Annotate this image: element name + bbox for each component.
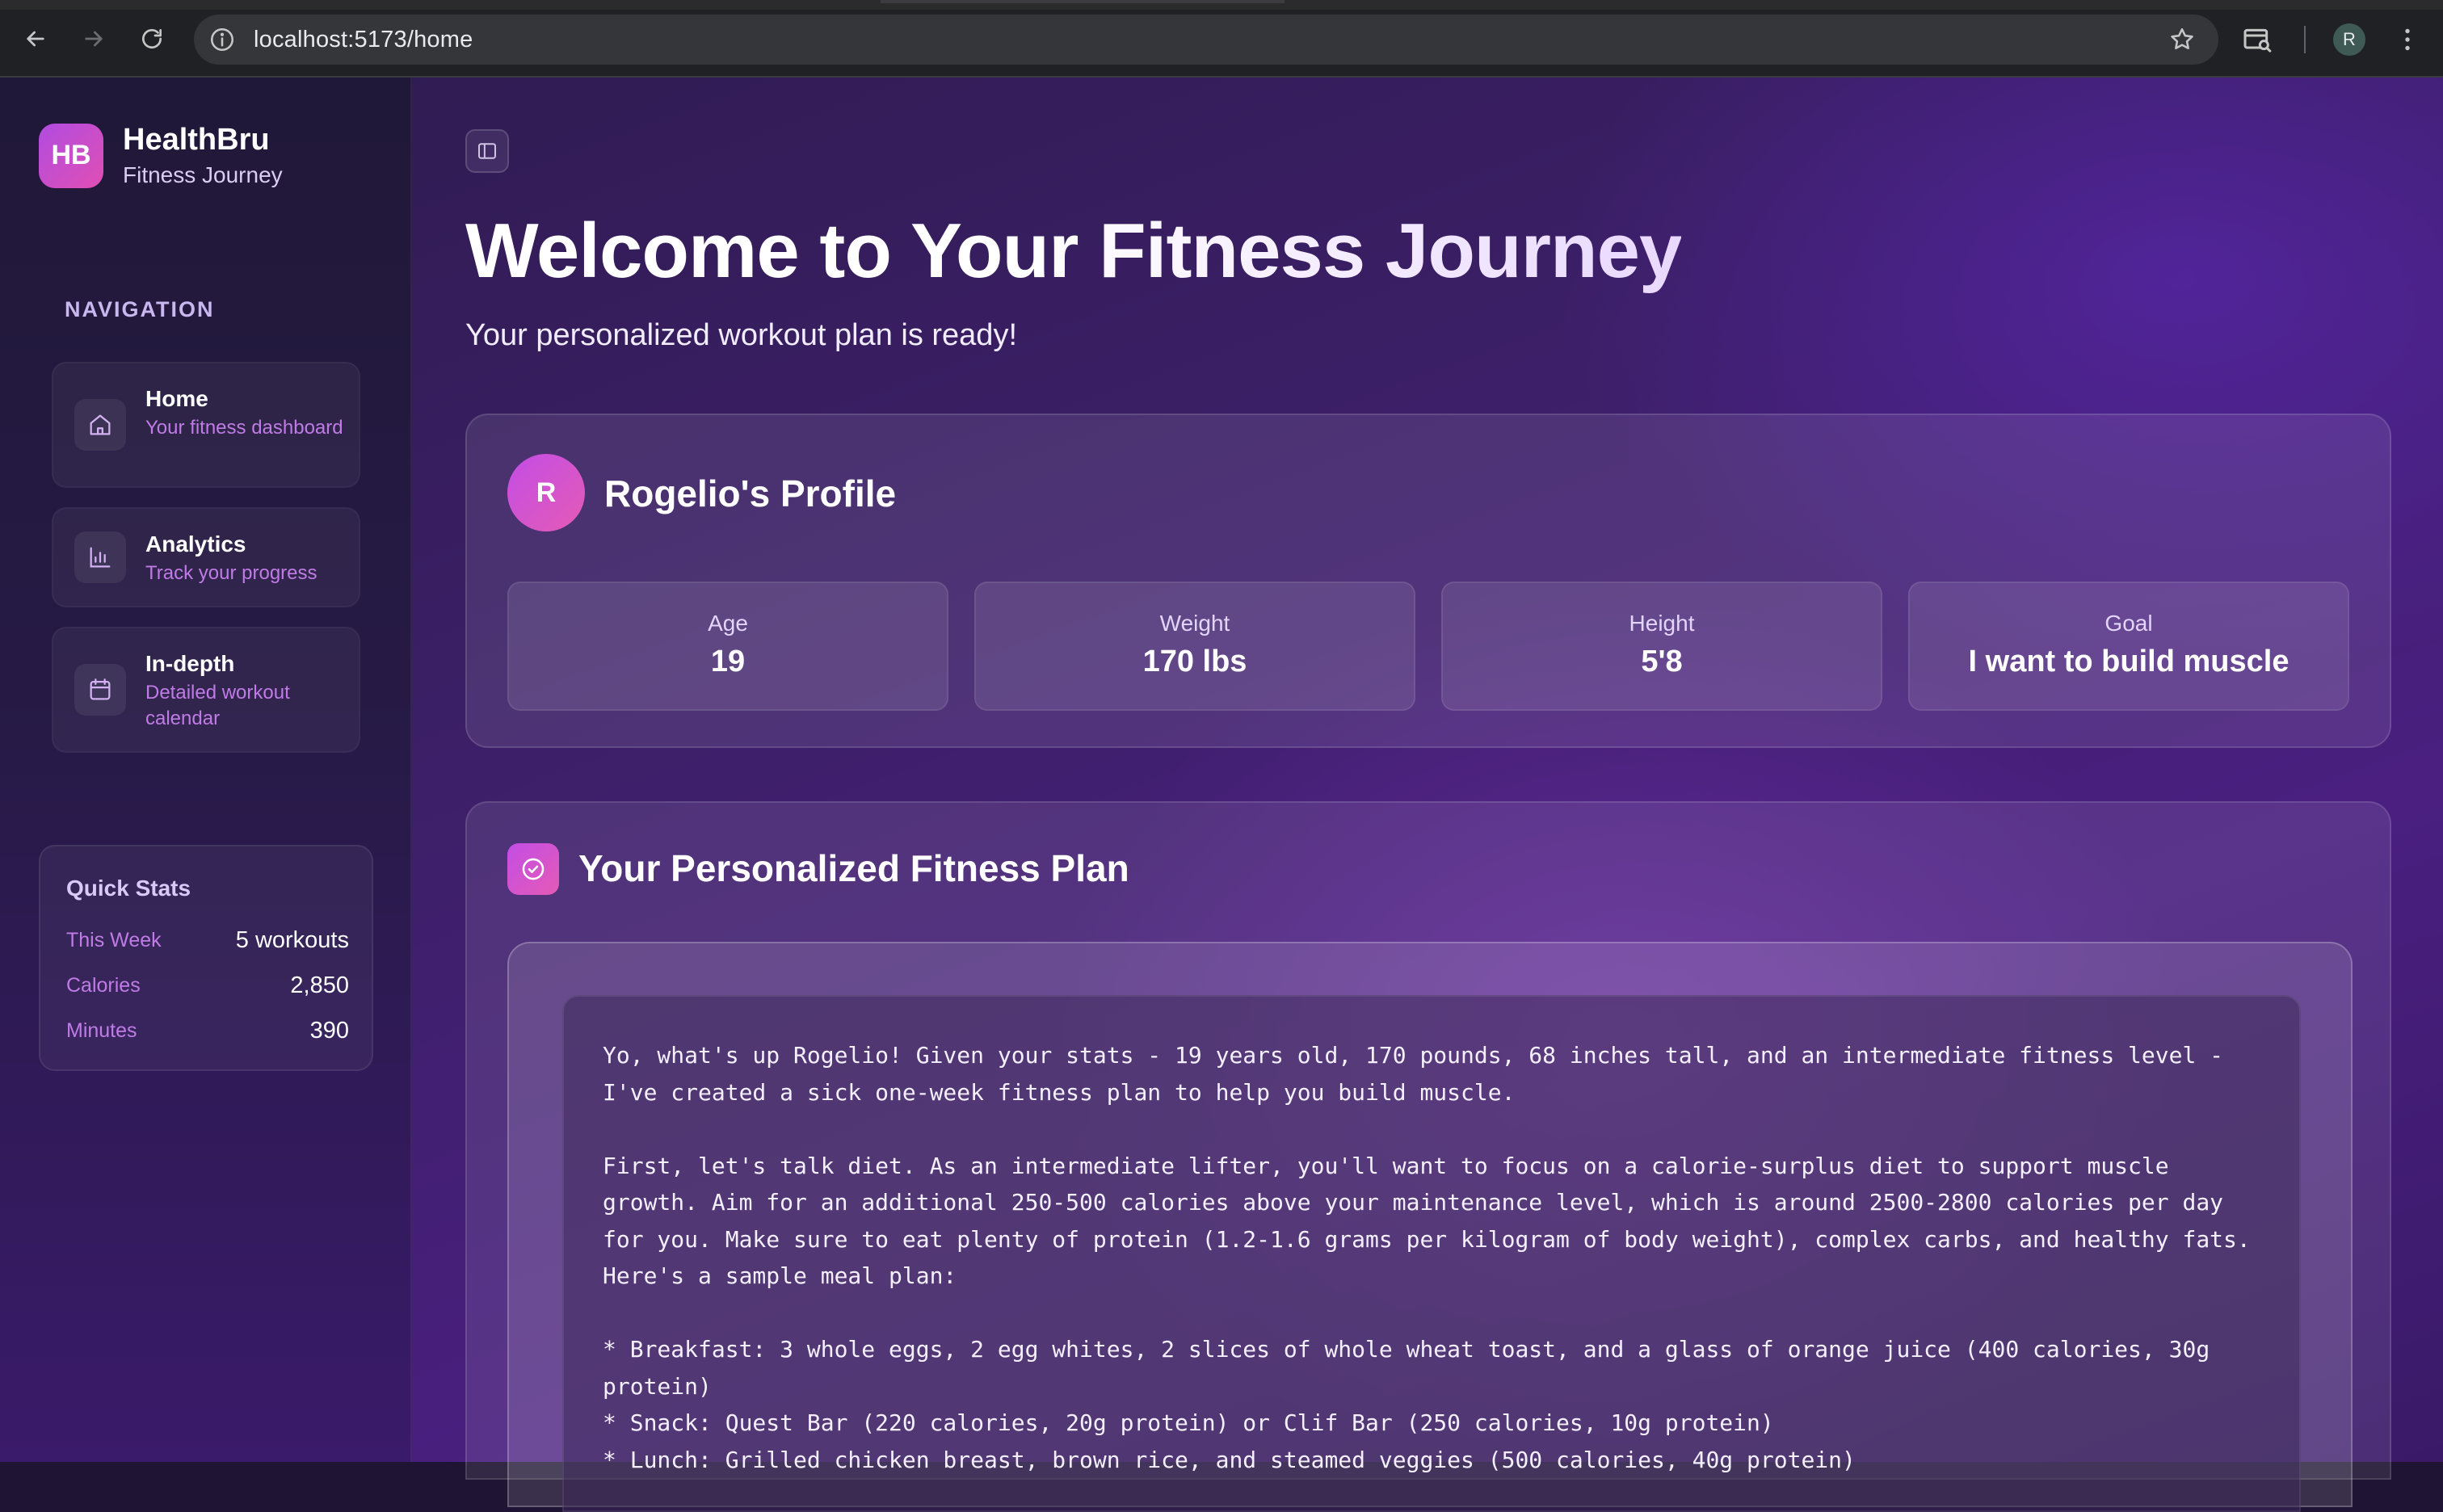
stat-label: Weight xyxy=(1159,611,1230,636)
plan-text-line: for you. Make sure to eat plenty of prot… xyxy=(603,1225,2251,1253)
stat-card-goal: Goal I want to build muscle xyxy=(1908,582,2349,711)
stat-label: Height xyxy=(1629,611,1695,636)
sidebar-item-label: Home xyxy=(145,386,208,411)
bar-chart-icon xyxy=(74,531,126,583)
fitness-plan-card: Your Personalized Fitness Plan Yo, what'… xyxy=(465,801,2391,1512)
plan-text-line: * Breakfast: 3 whole eggs, 2 egg whites,… xyxy=(603,1336,2210,1363)
sidebar-item-home[interactable]: Home Your fitness dashboard xyxy=(52,362,360,488)
quick-stat-value: 5 workouts xyxy=(235,926,349,953)
browser-toolbar: localhost:5173/home R xyxy=(0,0,2443,78)
plan-text-box: Yo, what's up Rogelio! Given your stats … xyxy=(562,995,2301,1512)
plan-text-line: First, let's talk diet. As an intermedia… xyxy=(603,1152,2169,1179)
sidebar-item-analytics[interactable]: Analytics Track your progress xyxy=(52,507,360,607)
quick-stat-value: 390 xyxy=(309,1017,349,1044)
page-subtitle: Your personalized workout plan is ready! xyxy=(465,318,1017,352)
arrow-right-icon xyxy=(85,31,103,47)
brand-name: HealthBru xyxy=(123,123,270,157)
brand[interactable]: HB HealthBru Fitness Journey xyxy=(39,123,283,188)
stat-label: Goal xyxy=(2105,611,2153,636)
plan-text-line: protein) xyxy=(603,1372,712,1400)
plan-text-line xyxy=(603,1111,2260,1148)
quick-stat-label: This Week xyxy=(66,928,162,951)
site-info-icon[interactable] xyxy=(208,26,236,53)
profile-avatar[interactable]: R xyxy=(2333,23,2365,56)
toolbar-separator xyxy=(2304,15,2306,65)
stat-card-age: Age 19 xyxy=(507,582,948,711)
active-tab-indicator xyxy=(881,0,1285,3)
quick-stats-title: Quick Stats xyxy=(66,876,191,901)
reload-icon xyxy=(142,29,162,48)
panel-left-icon xyxy=(478,143,496,159)
back-button[interactable] xyxy=(16,19,55,58)
brand-text: HealthBru Fitness Journey xyxy=(123,123,283,188)
home-icon xyxy=(74,399,126,451)
sidebar-item-in-depth[interactable]: In-depth Detailed workout calendar xyxy=(52,627,360,753)
page-title: Welcome to Your Fitness Journey xyxy=(465,208,1682,294)
plan-text-line: growth. Aim for an additional 250-500 ca… xyxy=(603,1189,2224,1216)
avatar: R xyxy=(507,454,585,531)
browser-menu-button[interactable] xyxy=(2393,15,2422,65)
sidebar-item-label: In-depth xyxy=(145,651,235,676)
quick-stat-row: Calories 2,850 xyxy=(66,969,349,1002)
quick-stats-card: Quick Stats This Week 5 workouts Calorie… xyxy=(39,845,373,1071)
sidebar: HB HealthBru Fitness Journey NAVIGATION … xyxy=(0,78,412,1462)
calendar-icon xyxy=(74,664,126,716)
quick-stat-row: Minutes 390 xyxy=(66,1014,349,1047)
sidebar-item-label: Analytics xyxy=(145,531,246,556)
brand-subtitle: Fitness Journey xyxy=(123,162,283,187)
stat-value: I want to build muscle xyxy=(1968,645,2290,678)
kebab-menu-icon[interactable] xyxy=(2393,25,2422,54)
sidebar-item-description: Your fitness dashboard xyxy=(145,417,343,439)
plan-text-line: Here's a sample meal plan: xyxy=(603,1262,957,1289)
separator xyxy=(2304,26,2306,53)
forward-button[interactable] xyxy=(74,19,113,58)
plan-container: Yo, what's up Rogelio! Given your stats … xyxy=(507,942,2353,1512)
profile-title: Rogelio's Profile xyxy=(604,472,897,514)
stat-value: 5'8 xyxy=(1641,645,1683,678)
stat-value: 170 lbs xyxy=(1142,645,1247,678)
brand-logo: HB xyxy=(39,123,103,188)
plan-title: Your Personalized Fitness Plan xyxy=(578,847,1129,889)
stat-card-height: Height 5'8 xyxy=(1441,582,1882,711)
reload-button[interactable] xyxy=(132,19,171,58)
stat-card-weight: Weight 170 lbs xyxy=(974,582,1415,711)
quick-stat-value: 2,850 xyxy=(290,972,349,998)
plan-text-line: Yo, what's up Rogelio! Given your stats … xyxy=(603,1042,2224,1069)
quick-stat-row: This Week 5 workouts xyxy=(66,924,349,956)
plan-text-line: I've created a sick one-week fitness pla… xyxy=(603,1078,1516,1106)
check-circle-icon xyxy=(507,843,559,895)
profile-button[interactable]: R xyxy=(2333,15,2365,65)
profile-card: R Rogelio's Profile Age 19 Weight 170 lb… xyxy=(465,414,2391,748)
toolbar-actions xyxy=(2241,15,2273,65)
quick-stat-label: Minutes xyxy=(66,1018,137,1042)
plan-text-line: * Lunch: Grilled chicken breast, brown r… xyxy=(603,1446,1856,1473)
url-text[interactable]: localhost:5173/home xyxy=(254,27,473,53)
plan-text-line xyxy=(603,1295,2260,1332)
quick-stat-label: Calories xyxy=(66,973,141,997)
app-root: HB HealthBru Fitness Journey NAVIGATION … xyxy=(0,78,2443,1512)
nav-heading: NAVIGATION xyxy=(65,297,215,321)
plan-text-line: * Snack: Quest Bar (220 calories, 20g pr… xyxy=(603,1409,1774,1436)
sidebar-item-description: Track your progress xyxy=(145,562,317,584)
address-bar[interactable]: localhost:5173/home xyxy=(194,15,2218,65)
stat-label: Age xyxy=(708,611,748,636)
bookmark-star-icon[interactable] xyxy=(2168,26,2196,53)
sidebar-item-description: Detailed workout calendar xyxy=(145,682,290,729)
arrow-left-icon xyxy=(27,31,44,47)
tab-search-icon[interactable] xyxy=(2241,23,2273,56)
sidebar-toggle-button[interactable] xyxy=(465,129,509,173)
stat-value: 19 xyxy=(710,645,746,678)
